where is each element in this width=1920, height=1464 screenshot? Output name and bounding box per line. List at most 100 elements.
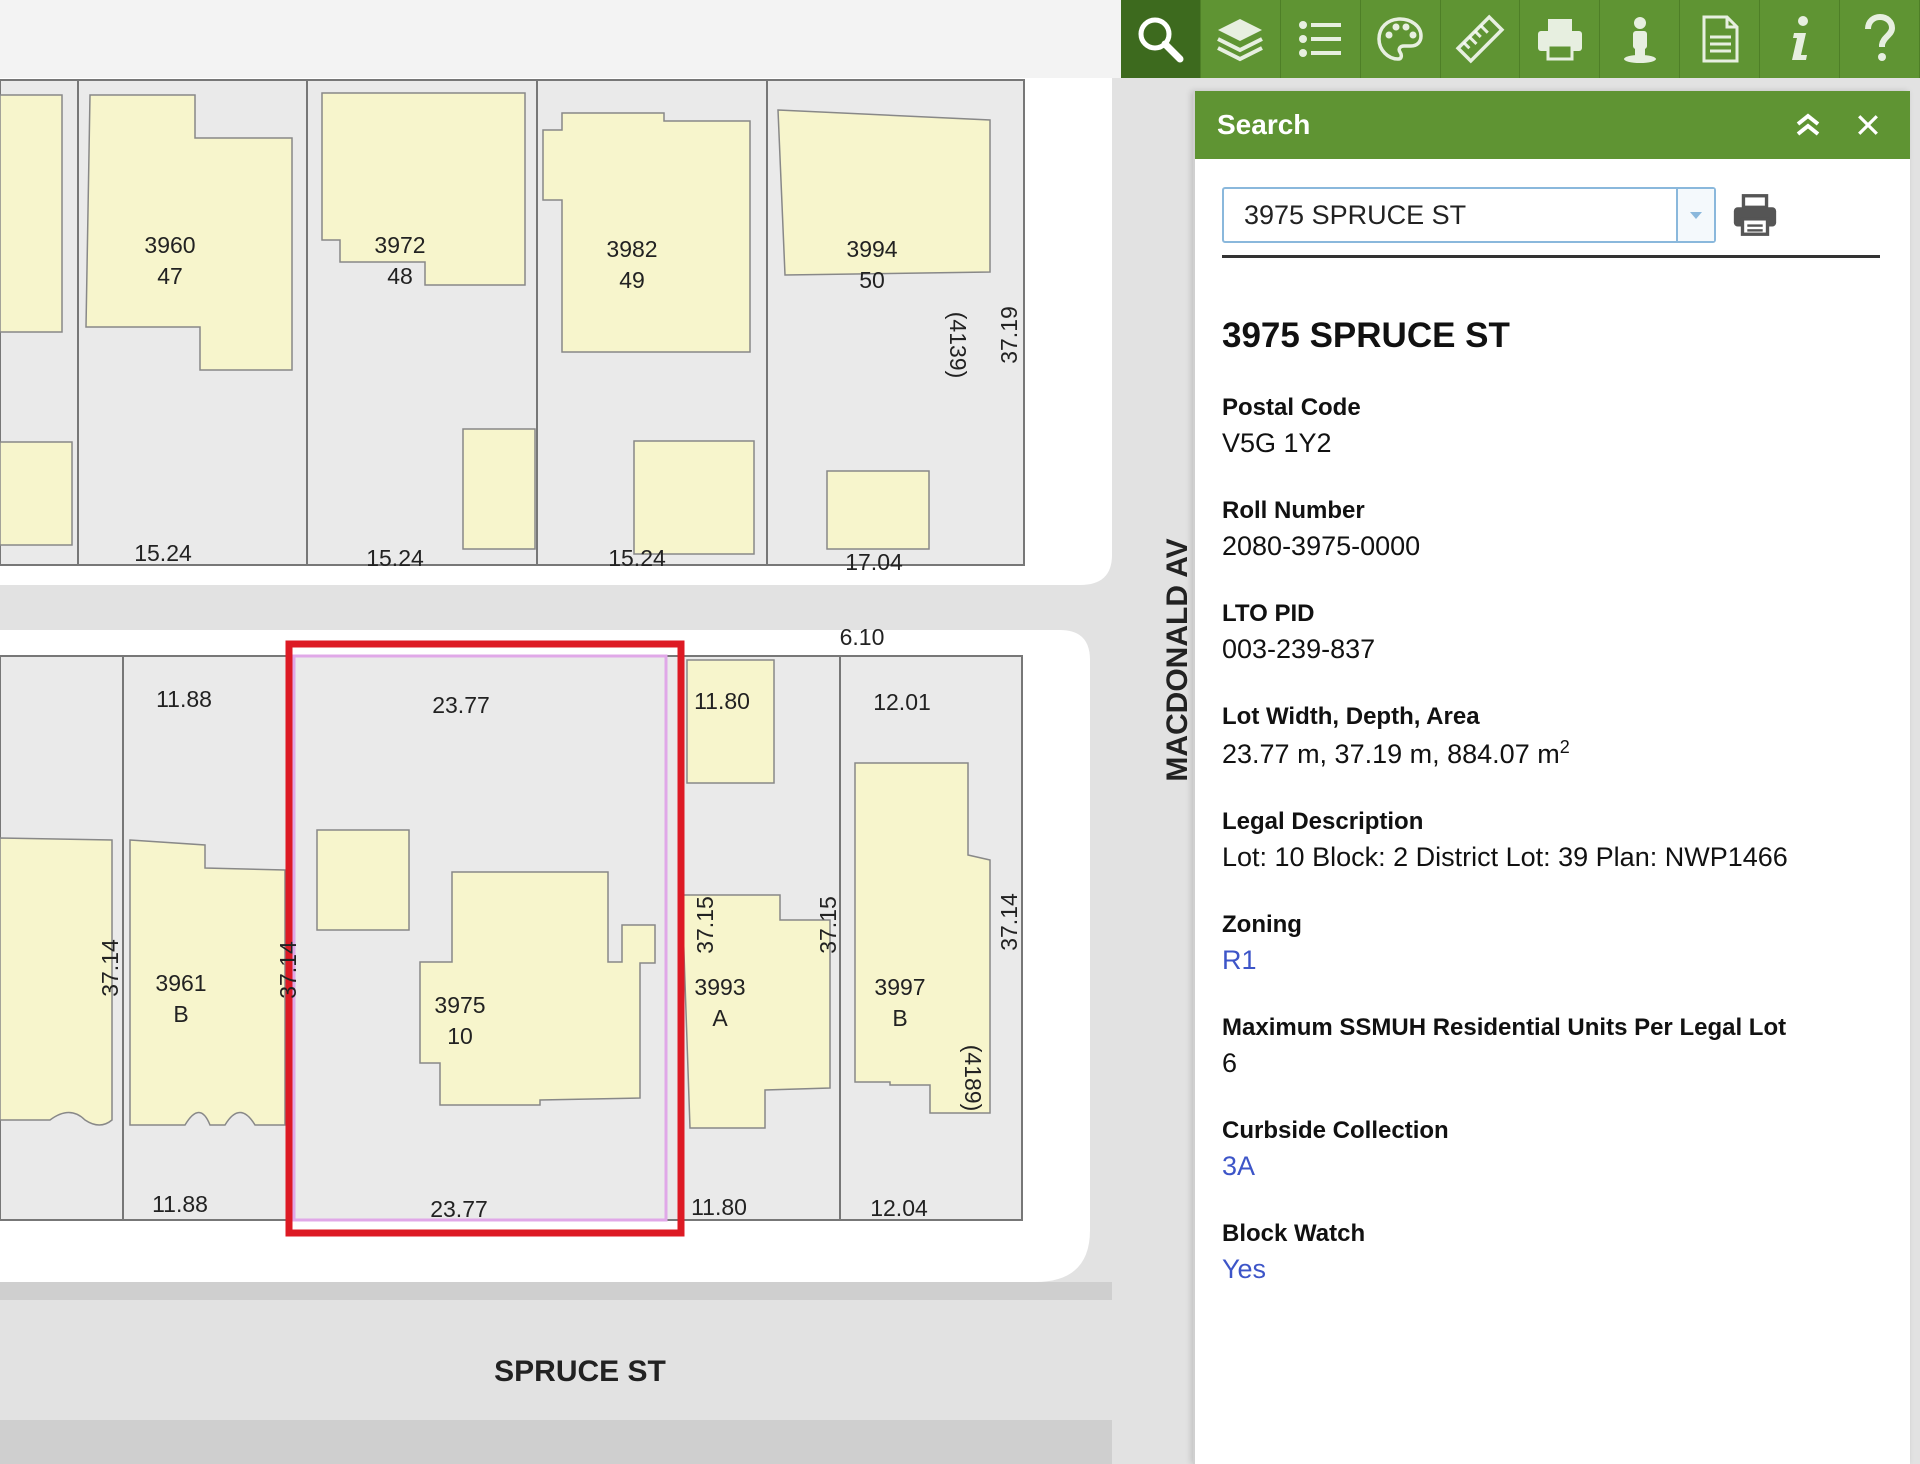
field-value: 6 — [1222, 1048, 1238, 1078]
map-dimension: 11.88 — [152, 1191, 208, 1217]
map-label: (4189) — [960, 1045, 986, 1111]
street-view-person-icon — [1623, 17, 1656, 63]
map-label: 48 — [387, 263, 413, 289]
map-label: B — [892, 1005, 907, 1031]
legend-list-icon — [1299, 21, 1342, 57]
help-tool-button[interactable] — [1840, 0, 1920, 78]
map-label: 47 — [157, 263, 183, 289]
curbside-collection-link[interactable]: 3A — [1222, 1151, 1910, 1182]
curb-south — [0, 1282, 1112, 1300]
field-label: Roll Number — [1222, 497, 1365, 524]
field-value: 2080-3975-0000 — [1222, 531, 1421, 561]
block-watch-field: Block Watch Yes — [1222, 1220, 1910, 1285]
lot-size-field: Lot Width, Depth, Area 23.77 m, 37.19 m,… — [1222, 703, 1910, 770]
roll-number-field: Roll Number 2080-3975-0000 — [1222, 497, 1910, 562]
lto-pid-field: LTO PID 003-239-837 — [1222, 600, 1910, 665]
result-address-title: 3975 SPRUCE ST — [1222, 316, 1510, 355]
map-toolbar — [1121, 0, 1920, 78]
curbside-collection-field: Curbside Collection 3A — [1222, 1117, 1910, 1182]
map-label: A — [712, 1005, 728, 1031]
map-dimension: 23.77 — [432, 692, 490, 718]
field-label: Curbside Collection — [1222, 1117, 1449, 1144]
map-dimension: 37.14 — [97, 939, 123, 997]
map-dimension: 15.24 — [366, 545, 424, 571]
printer-icon — [1537, 19, 1582, 61]
street-view-tool-button[interactable] — [1600, 0, 1681, 78]
ruler-icon — [1455, 14, 1505, 64]
legal-description-field: Legal Description Lot: 10 Block: 2 Distr… — [1222, 808, 1910, 873]
block-watch-link[interactable]: Yes — [1222, 1254, 1910, 1285]
print-result-button[interactable] — [1730, 190, 1780, 240]
map-dimension: 12.01 — [873, 689, 931, 715]
chevron-down-icon — [1690, 212, 1702, 219]
map-dimension: 23.77 — [430, 1196, 488, 1222]
field-label: Zoning — [1222, 911, 1302, 938]
layers-tool-button[interactable] — [1201, 0, 1281, 78]
street-label-macdonald: MACDONALD AV — [1161, 538, 1194, 781]
search-row — [1222, 187, 1880, 258]
map-dimension: 37.19 — [996, 306, 1022, 364]
south-block — [0, 655, 1023, 1221]
map-dimension: 17.04 — [845, 549, 903, 575]
close-icon — [1858, 115, 1878, 135]
field-label: Legal Description — [1222, 808, 1424, 835]
map-dimension: 37.15 — [692, 896, 718, 954]
collapse-button[interactable] — [1788, 105, 1828, 145]
map-dimension: 11.80 — [691, 1194, 747, 1220]
north-block — [0, 79, 1025, 566]
curb-far — [0, 1420, 1112, 1464]
map-dimension: 11.88 — [156, 686, 212, 712]
zoning-link[interactable]: R1 — [1222, 945, 1910, 976]
help-icon — [1865, 13, 1896, 61]
map-label: 3961 — [155, 970, 206, 996]
field-label: LTO PID — [1222, 600, 1315, 627]
printer-icon — [1733, 194, 1777, 236]
map-label: 3994 — [846, 236, 897, 262]
ssmuh-field: Maximum SSMUH Residential Units Per Lega… — [1222, 1014, 1910, 1079]
field-value: V5G 1Y2 — [1222, 428, 1332, 458]
search-tool-button[interactable] — [1121, 0, 1201, 78]
map-label: 49 — [619, 267, 645, 293]
field-label: Postal Code — [1222, 394, 1361, 421]
lot-size-value: 23.77 m, 37.19 m, 884.07 m — [1222, 739, 1560, 769]
field-label: Block Watch — [1222, 1220, 1366, 1247]
search-input[interactable] — [1224, 188, 1676, 242]
map-label: 3975 — [434, 992, 485, 1018]
field-label: Lot Width, Depth, Area — [1222, 703, 1480, 730]
style-tool-button[interactable] — [1361, 0, 1441, 78]
map-dimension: 37.15 — [815, 896, 841, 954]
field-value: 003-239-837 — [1222, 634, 1376, 664]
map-label: 3982 — [606, 236, 657, 262]
map-dimension: 37.14 — [996, 893, 1022, 951]
measure-tool-button[interactable] — [1441, 0, 1521, 78]
map-dimension: 12.04 — [870, 1195, 928, 1221]
map-label: 50 — [859, 267, 885, 293]
map-label: 3993 — [694, 974, 745, 1000]
map-label: (4139) — [945, 312, 971, 378]
search-dropdown-button[interactable] — [1676, 189, 1714, 241]
legend-tool-button[interactable] — [1281, 0, 1361, 78]
map-dimension: 15.24 — [134, 540, 192, 566]
map-label: 3997 — [874, 974, 925, 1000]
map-label: B — [173, 1001, 188, 1027]
field-value: 23.77 m, 37.19 m, 884.07 m2 — [1222, 737, 1910, 770]
map-label: 10 — [447, 1023, 473, 1049]
search-panel: Search 3975 SPRUCE ST Postal Code V5G 1Y… — [1193, 91, 1910, 1464]
print-tool-button[interactable] — [1520, 0, 1601, 78]
map-dimension: 15.24 — [608, 545, 666, 571]
map-label: 3972 — [374, 232, 425, 258]
field-value: Lot: 10 Block: 2 District Lot: 39 Plan: … — [1222, 842, 1788, 872]
panel-title: Search — [1217, 109, 1311, 140]
area-unit-superscript: 2 — [1559, 737, 1570, 757]
info-icon — [1791, 16, 1808, 60]
report-tool-button[interactable] — [1680, 0, 1761, 78]
zoning-field: Zoning R1 — [1222, 911, 1910, 976]
close-button[interactable] — [1848, 105, 1888, 145]
search-icon — [1138, 17, 1184, 63]
map-dimension: 6.10 — [840, 624, 885, 650]
postal-code-field: Postal Code V5G 1Y2 — [1222, 394, 1910, 459]
info-tool-button[interactable] — [1760, 0, 1841, 78]
field-label: Maximum SSMUH Residential Units Per Lega… — [1222, 1014, 1787, 1041]
map-dimension: 37.14 — [275, 941, 301, 999]
search-combobox[interactable] — [1222, 187, 1716, 243]
